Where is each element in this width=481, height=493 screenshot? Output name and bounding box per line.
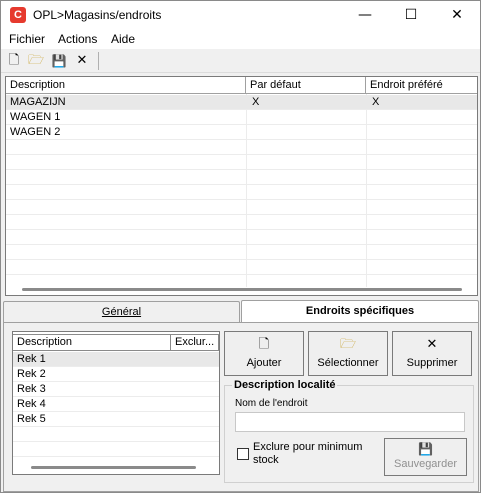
- list-item[interactable]: Rek 2: [13, 367, 219, 382]
- cell-description: Rek 2: [17, 368, 46, 380]
- add-button[interactable]: 🗋 Ajouter: [224, 331, 304, 376]
- column-header-preferred[interactable]: Endroit préféré: [366, 77, 477, 94]
- empty-row: [6, 230, 477, 245]
- cell-default: X: [252, 96, 260, 108]
- empty-row: [6, 245, 477, 260]
- menu-fichier[interactable]: Fichier: [9, 32, 45, 46]
- window-title: OPL>Magasins/endroits: [33, 8, 162, 22]
- tab-endroits-specifiques[interactable]: Endroits spécifiques: [241, 300, 479, 323]
- close-button[interactable]: ✕: [434, 1, 480, 29]
- title-bar: C OPL>Magasins/endroits — ☐ ✕: [1, 1, 480, 29]
- column-header-description[interactable]: Description: [13, 334, 171, 351]
- exclude-min-stock-checkbox[interactable]: [237, 448, 249, 460]
- location-name-label: Nom de l'endroit: [235, 398, 308, 409]
- tab-general[interactable]: Général: [3, 301, 240, 322]
- empty-row: [6, 260, 477, 275]
- save-button-label: Sauvegarder: [394, 458, 457, 470]
- save-button[interactable]: 💾 Sauvegarder: [384, 438, 467, 476]
- cell-default: [248, 110, 252, 125]
- list-item[interactable]: Rek 3: [13, 382, 219, 397]
- empty-row: [6, 215, 477, 230]
- cell-preferred: X: [372, 96, 380, 108]
- empty-row: [13, 427, 219, 442]
- cell-description: Rek 3: [17, 383, 46, 395]
- select-button-label: Sélectionner: [317, 357, 379, 369]
- app-logo-icon: C: [10, 7, 26, 23]
- cell-description: WAGEN 2: [10, 126, 61, 138]
- cell-description: MAGAZIJN: [10, 96, 66, 108]
- delete-button[interactable]: ✕ Supprimer: [392, 331, 472, 376]
- column-header-default[interactable]: Par défaut: [246, 77, 366, 94]
- cell-default: [248, 125, 252, 140]
- empty-row: [6, 155, 477, 170]
- location-name-input[interactable]: [235, 412, 465, 432]
- delete-x-icon[interactable]: ✕: [73, 52, 91, 70]
- horizontal-scrollbar[interactable]: [22, 288, 462, 291]
- empty-row: [6, 185, 477, 200]
- empty-row: [6, 200, 477, 215]
- save-disk-icon: 💾: [418, 442, 433, 456]
- close-x-icon: ✕: [426, 337, 438, 352]
- menu-bar: Fichier Actions Aide: [1, 29, 480, 49]
- locations-grid[interactable]: Description Par défaut Endroit préféré M…: [5, 76, 478, 296]
- toolbar: 🗋 🗁 💾 ✕: [1, 49, 480, 73]
- cell-description: Rek 1: [17, 353, 46, 365]
- new-file-icon: 🗋: [258, 337, 270, 352]
- list-item[interactable]: Rek 5: [13, 412, 219, 427]
- minimize-button[interactable]: —: [342, 1, 388, 29]
- select-button[interactable]: 🗁 Sélectionner: [308, 331, 388, 376]
- new-file-icon[interactable]: 🗋: [5, 52, 23, 70]
- horizontal-scrollbar[interactable]: [31, 466, 196, 469]
- column-header-description[interactable]: Description: [6, 77, 246, 94]
- empty-row: [13, 442, 219, 457]
- table-row[interactable]: WAGEN 1: [6, 110, 477, 125]
- maximize-button[interactable]: ☐: [388, 1, 434, 29]
- empty-row: [6, 170, 477, 185]
- delete-button-label: Supprimer: [406, 357, 458, 369]
- cell-description: Rek 4: [17, 398, 46, 410]
- tab-control: Général Endroits spécifiques Description…: [1, 300, 480, 493]
- open-folder-icon: 🗁: [339, 337, 357, 352]
- location-description-group: Description localité Nom de l'endroit Ex…: [224, 379, 474, 483]
- cell-description: Rek 5: [17, 413, 46, 425]
- tab-panel-specific: Description Exclur... Rek 1 Rek 2 Rek 3 …: [3, 322, 479, 492]
- menu-actions[interactable]: Actions: [58, 32, 97, 46]
- add-button-label: Ajouter: [246, 357, 282, 369]
- specific-locations-grid[interactable]: Description Exclur... Rek 1 Rek 2 Rek 3 …: [12, 331, 220, 475]
- table-row[interactable]: MAGAZIJN X X: [6, 95, 477, 110]
- menu-aide[interactable]: Aide: [111, 32, 135, 46]
- toolbar-separator: [98, 52, 99, 70]
- tab-general-label: Général: [101, 306, 142, 318]
- list-item[interactable]: Rek 1: [13, 352, 219, 367]
- tab-specific-label: Endroits spécifiques: [305, 305, 415, 317]
- cell-preferred: [368, 125, 372, 140]
- column-header-exclure[interactable]: Exclur...: [171, 334, 219, 351]
- list-item[interactable]: Rek 4: [13, 397, 219, 412]
- cell-preferred: [368, 110, 372, 125]
- main-window: C OPL>Magasins/endroits — ☐ ✕ Fichier Ac…: [0, 0, 481, 493]
- cell-description: WAGEN 1: [10, 111, 61, 123]
- save-disk-icon[interactable]: 💾: [50, 52, 68, 70]
- exclude-min-stock-label[interactable]: Exclure pour minimum stock: [253, 441, 373, 467]
- empty-row: [6, 140, 477, 155]
- table-row[interactable]: WAGEN 2: [6, 125, 477, 140]
- open-folder-icon[interactable]: 🗁: [27, 52, 45, 70]
- group-title: Description localité: [232, 379, 338, 391]
